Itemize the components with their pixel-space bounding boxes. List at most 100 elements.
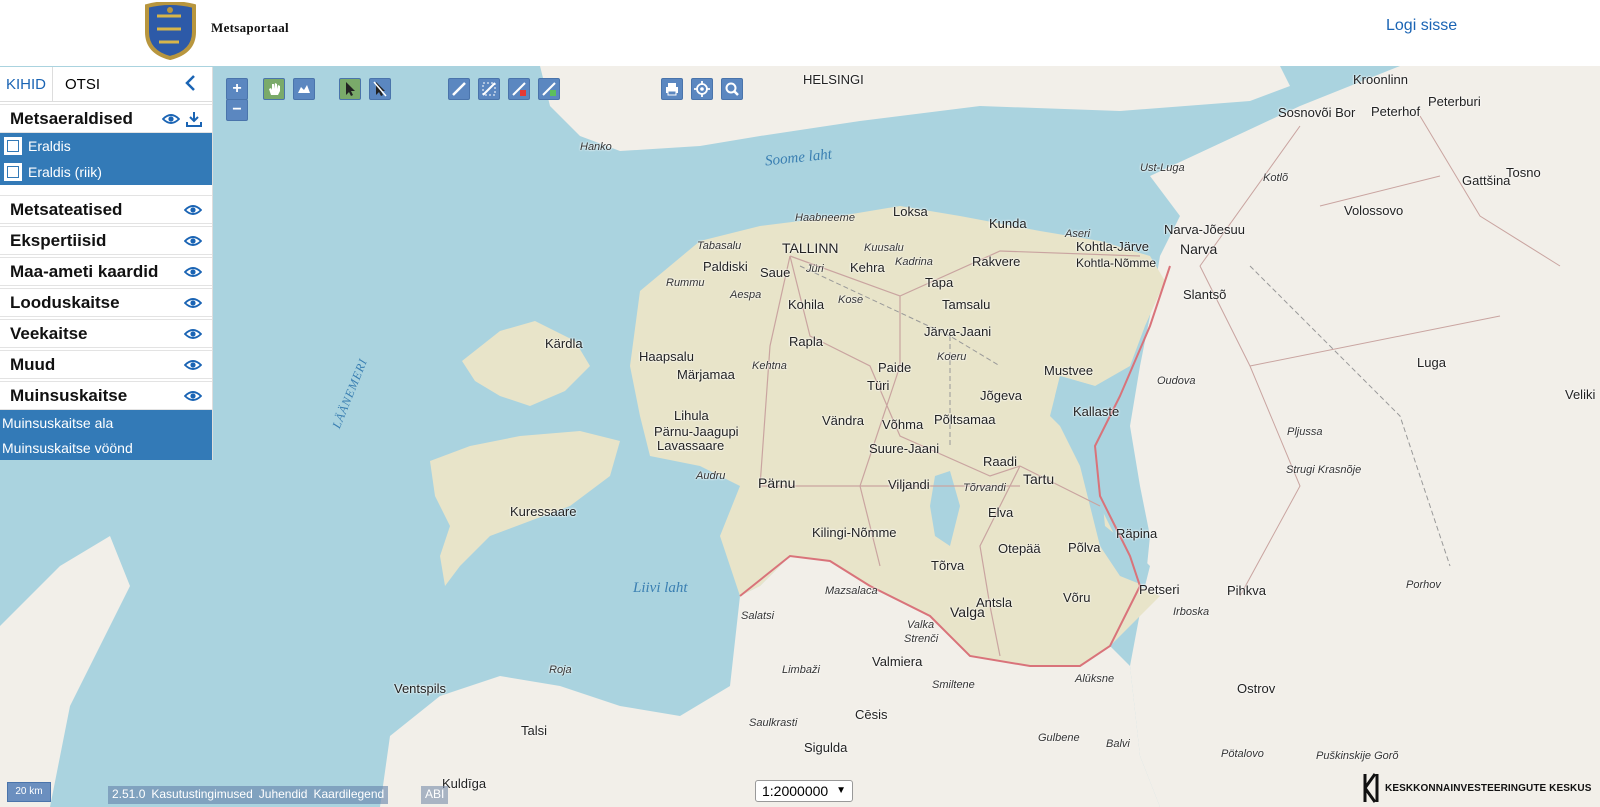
- map-label-veliki: Veliki: [1565, 387, 1596, 402]
- print-icon[interactable]: [661, 78, 683, 100]
- map-label-marjamaa: Märjamaa: [677, 367, 735, 382]
- chevron-down-icon: ▼: [836, 785, 846, 796]
- zoom-out-button[interactable]: −: [226, 99, 248, 121]
- eye-icon[interactable]: [183, 388, 203, 408]
- layer-group-looduskaitse[interactable]: Looduskaitse: [0, 288, 212, 317]
- search-zoom-icon[interactable]: [721, 78, 743, 100]
- map-label-kroonlinn: Kroonlinn: [1353, 72, 1408, 87]
- map-label-gulbene: Gulbene: [1038, 732, 1080, 744]
- map-label-lavassaare: Lavassaare: [657, 438, 725, 453]
- eye-icon[interactable]: [183, 326, 203, 346]
- zoom-in-button[interactable]: +: [226, 78, 248, 100]
- layer-group-muud[interactable]: Muud: [0, 350, 212, 379]
- map-label-gattsina: Gattšina: [1462, 173, 1511, 188]
- map-label-luga: Luga: [1417, 355, 1446, 370]
- eye-icon[interactable]: [183, 295, 203, 315]
- deselect-icon[interactable]: [369, 78, 391, 100]
- eye-icon[interactable]: [183, 202, 203, 222]
- map-label-peterhof: Peterhof: [1371, 104, 1421, 119]
- erase-measure-icon[interactable]: [508, 78, 530, 100]
- map-label-jogeva: Jõgeva: [980, 388, 1022, 403]
- map-label-pihkva: Pihkva: [1227, 583, 1267, 598]
- map-label-strenci: Strenči: [904, 633, 939, 645]
- map-label-balvi: Balvi: [1106, 738, 1130, 750]
- map-legend-link[interactable]: Kaardilegend: [313, 787, 384, 803]
- map-label-poltsamaa: Põltsamaa: [934, 412, 996, 427]
- map-label-kohtla-nomme: Kohtla-Nõmme: [1076, 256, 1157, 270]
- layer-group-muinsuskaitse[interactable]: Muinsuskaitse: [0, 381, 212, 410]
- measure-area-icon[interactable]: [478, 78, 500, 100]
- layer-group-maa-ameti-kaardid[interactable]: Maa-ameti kaardid: [0, 257, 212, 286]
- map-label-smiltene: Smiltene: [932, 679, 975, 691]
- draw-polygon-icon[interactable]: [538, 78, 560, 100]
- map-label-helsingi: HELSINGI: [803, 72, 864, 87]
- map-label-kehtna: Kehtna: [752, 360, 787, 372]
- eye-icon[interactable]: [183, 264, 203, 284]
- kik-logo: KESKKONNAINVESTEERINGUTE KESKUS: [1363, 772, 1591, 804]
- map-label-puskinskije: Puškinskije Gorõ: [1316, 750, 1399, 762]
- pan-hand-icon[interactable]: [263, 78, 285, 100]
- map-label-valmiera: Valmiera: [872, 654, 923, 669]
- terms-link[interactable]: Kasutustingimused: [151, 787, 252, 803]
- map-label-oudova: Oudova: [1157, 375, 1196, 387]
- map-label-tamsalu: Tamsalu: [942, 297, 991, 312]
- map-label-juri: Jüri: [806, 263, 824, 275]
- map-label-talsi: Talsi: [521, 723, 548, 738]
- eye-icon[interactable]: [183, 233, 203, 253]
- map-label-ostrov: Ostrov: [1237, 681, 1276, 696]
- tab-kihid[interactable]: KIHID: [0, 67, 54, 101]
- eye-icon[interactable]: [183, 357, 203, 377]
- map-label-ust-luga: Ust-Luga: [1140, 162, 1185, 174]
- help-button[interactable]: ABI: [421, 786, 449, 804]
- layer-item-label: Eraldis: [28, 138, 71, 154]
- layer-group-label: Maa-ameti kaardid: [10, 261, 159, 281]
- map-label-kuressaare: Kuressaare: [510, 504, 577, 519]
- map-label-kotlo: Kotlõ: [1263, 172, 1289, 184]
- layer-item-muinsuskaitse-ala[interactable]: Muinsuskaitse ala: [0, 410, 212, 435]
- download-icon[interactable]: [186, 111, 202, 132]
- map-label-voru: Võru: [1063, 590, 1091, 605]
- scale-select[interactable]: 1:2000000 ▼: [755, 780, 853, 802]
- org-name: KESKKONNAINVESTEERINGUTE KESKUS: [1385, 782, 1592, 794]
- map-label-potalovo: Pötalovo: [1221, 748, 1264, 760]
- map-label-tapa: Tapa: [925, 275, 954, 290]
- map-label-mazsalaca: Mazsalaca: [825, 585, 878, 597]
- map-label-petseri: Petseri: [1139, 582, 1180, 597]
- layer-checkbox[interactable]: [4, 163, 22, 181]
- layer-item-muinsuskaitse-voond[interactable]: Muinsuskaitse vöönd: [0, 435, 212, 460]
- map-label-koeru: Koeru: [937, 351, 967, 363]
- map-label-kuusalu: Kuusalu: [864, 242, 904, 254]
- layer-item-label: Eraldis (riik): [28, 164, 102, 180]
- map-label-tartu: Tartu: [1023, 471, 1055, 487]
- map-label-strugi: Strugi Krasnõje: [1286, 464, 1362, 476]
- layer-group-ekspertiisid[interactable]: Ekspertiisid: [0, 226, 212, 255]
- select-icon[interactable]: [339, 78, 361, 100]
- map-label-haapsalu: Haapsalu: [639, 349, 694, 364]
- layer-checkbox[interactable]: [4, 137, 22, 155]
- layer-item-eraldis[interactable]: Eraldis: [0, 133, 212, 159]
- app-root: Metsaportaal Logi sisse HELSINGI Hanko K…: [0, 0, 1600, 807]
- eye-icon[interactable]: [161, 111, 181, 132]
- map-label-kallaste: Kallaste: [1073, 404, 1120, 419]
- layer-group-metsaeraldised[interactable]: Metsaeraldised: [0, 104, 212, 133]
- guides-link[interactable]: Juhendid: [259, 787, 308, 803]
- map-label-sigulda: Sigulda: [804, 740, 848, 755]
- map-label-liivi-laht: Liivi laht: [633, 580, 688, 596]
- layer-item-eraldis-riik[interactable]: Eraldis (riik): [0, 159, 212, 185]
- chevron-left-icon[interactable]: [184, 74, 198, 92]
- layer-group-label: Muud: [10, 354, 56, 374]
- layer-group-metsateatised[interactable]: Metsateatised: [0, 195, 212, 224]
- map-label-ventspils: Ventspils: [394, 681, 447, 696]
- locate-icon[interactable]: [691, 78, 713, 100]
- layer-group-veekaitse[interactable]: Veekaitse: [0, 319, 212, 348]
- map-label-otepaa: Otepää: [998, 541, 1041, 556]
- login-link[interactable]: Logi sisse: [1386, 17, 1457, 35]
- layer-group-label: Metsaeraldised: [10, 108, 133, 128]
- map-label-cesis: Cēsis: [855, 707, 888, 722]
- map-view[interactable]: HELSINGI Hanko Kroonlinn Peterburi Sosno…: [0, 66, 1600, 807]
- full-extent-icon[interactable]: [293, 78, 315, 100]
- tab-otsi[interactable]: OTSI: [59, 67, 106, 101]
- map-label-tabasalu: Tabasalu: [697, 240, 742, 252]
- map-label-elva: Elva: [988, 505, 1014, 520]
- measure-line-icon[interactable]: [448, 78, 470, 100]
